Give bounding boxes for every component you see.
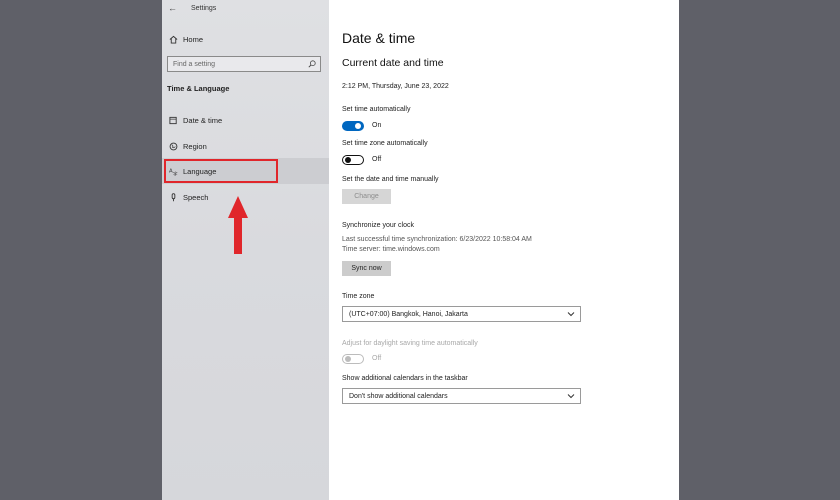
last-sync-text: Last successful time synchronization: 6/… bbox=[342, 236, 532, 243]
time-zone-value: (UTC+07:00) Bangkok, Hanoi, Jakarta bbox=[349, 310, 468, 318]
additional-calendars-label: Show additional calendars in the taskbar bbox=[342, 375, 468, 382]
sidebar: ← Settings Home Find a setting Time & La… bbox=[162, 0, 329, 500]
set-timezone-auto-label: Set time zone automatically bbox=[342, 140, 428, 147]
sync-clock-heading: Synchronize your clock bbox=[342, 222, 414, 229]
additional-calendars-value: Don't show additional calendars bbox=[349, 392, 448, 400]
sidebar-item-label: Region bbox=[183, 141, 207, 151]
microphone-icon bbox=[168, 192, 178, 202]
change-button[interactable]: Change bbox=[342, 189, 391, 204]
current-date-time-value: 2:12 PM, Thursday, June 23, 2022 bbox=[342, 83, 449, 90]
set-timezone-auto-toggle[interactable] bbox=[342, 155, 364, 165]
sidebar-item-home[interactable]: Home bbox=[162, 30, 329, 48]
annotation-arrow-icon bbox=[228, 196, 248, 254]
time-zone-select[interactable]: (UTC+07:00) Bangkok, Hanoi, Jakarta bbox=[342, 306, 581, 322]
window-title: Settings bbox=[191, 5, 217, 12]
chevron-down-icon bbox=[566, 391, 576, 401]
set-timezone-auto-state: Off bbox=[372, 156, 382, 163]
date-time-icon bbox=[168, 115, 178, 125]
sidebar-item-label: Home bbox=[183, 34, 204, 44]
set-time-auto-state: On bbox=[372, 122, 382, 129]
search-icon[interactable] bbox=[307, 59, 317, 69]
current-date-time-heading: Current date and time bbox=[342, 57, 444, 69]
set-time-auto-toggle[interactable] bbox=[342, 121, 364, 131]
chevron-down-icon bbox=[566, 309, 576, 319]
sidebar-item-date-time[interactable]: Date & time bbox=[162, 107, 329, 133]
sidebar-item-label: Speech bbox=[183, 192, 209, 202]
main-content: Date & time Current date and time 2:12 P… bbox=[329, 0, 679, 500]
set-time-auto-label: Set time automatically bbox=[342, 106, 411, 113]
title-bar: ← Settings bbox=[162, 0, 329, 18]
time-server-text: Time server: time.windows.com bbox=[342, 246, 440, 253]
back-arrow-icon[interactable]: ← bbox=[168, 3, 177, 13]
globe-icon bbox=[168, 141, 178, 151]
dst-toggle[interactable] bbox=[342, 354, 364, 364]
search-placeholder: Find a setting bbox=[173, 60, 216, 68]
time-zone-label: Time zone bbox=[342, 293, 375, 300]
manual-date-time-label: Set the date and time manually bbox=[342, 176, 439, 183]
dst-state: Off bbox=[372, 355, 382, 362]
sidebar-item-region[interactable]: Region bbox=[162, 133, 329, 159]
settings-window: ← Settings Home Find a setting Time & La… bbox=[162, 0, 679, 500]
dst-label: Adjust for daylight saving time automati… bbox=[342, 340, 478, 347]
annotation-highlight-box bbox=[164, 159, 278, 183]
search-input[interactable]: Find a setting bbox=[167, 56, 321, 72]
sidebar-item-label: Date & time bbox=[183, 115, 223, 125]
additional-calendars-select[interactable]: Don't show additional calendars bbox=[342, 388, 581, 404]
sync-now-button[interactable]: Sync now bbox=[342, 261, 391, 276]
section-title: Time & Language bbox=[167, 84, 230, 93]
page-title: Date & time bbox=[342, 30, 416, 46]
home-icon bbox=[168, 34, 178, 44]
